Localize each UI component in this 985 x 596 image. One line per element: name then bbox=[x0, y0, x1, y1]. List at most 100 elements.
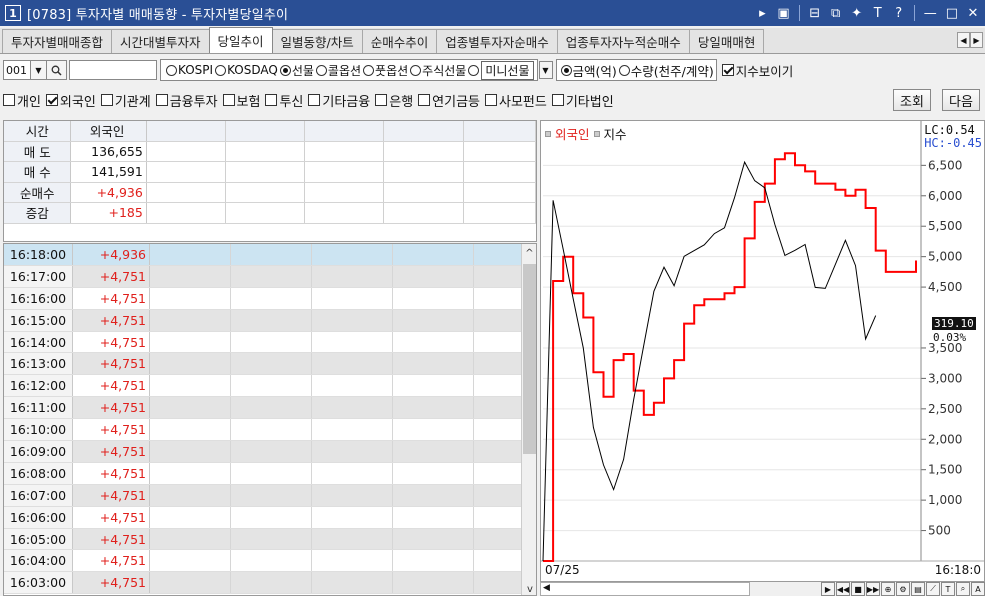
investor-checkbox-0[interactable]: 개인 bbox=[0, 91, 41, 110]
radio-dot-icon[interactable] bbox=[410, 64, 422, 76]
checkbox-icon[interactable] bbox=[222, 94, 235, 106]
pin-icon[interactable]: ✦ bbox=[851, 6, 863, 21]
table-row[interactable]: 16:06:00 +4,751 bbox=[4, 506, 536, 529]
table-row[interactable]: 16:13:00 +4,751 bbox=[4, 353, 536, 376]
investor-checkbox-2[interactable]: 기관계 bbox=[98, 91, 151, 110]
radio-dot-icon[interactable] bbox=[215, 64, 227, 76]
market-radio-5[interactable]: 주식선물 bbox=[408, 62, 466, 79]
tab-1[interactable]: 시간대별투자자 bbox=[111, 29, 210, 53]
radio-dot-icon[interactable] bbox=[279, 64, 291, 76]
market-dropdown-icon[interactable]: ▼ bbox=[538, 61, 553, 79]
investor-checkbox-7[interactable]: 은행 bbox=[372, 91, 413, 110]
tab-0[interactable]: 투자자별매매종합 bbox=[2, 29, 113, 53]
checkbox-icon[interactable] bbox=[45, 94, 58, 106]
tab-3[interactable]: 일별동향/차트 bbox=[271, 29, 363, 53]
chart-save-icon[interactable]: ▤ bbox=[911, 582, 925, 596]
investor-checkbox-1[interactable]: 외국인 bbox=[43, 91, 96, 110]
memo-icon[interactable]: ▣ bbox=[777, 6, 789, 21]
inquiry-button[interactable]: 조회 bbox=[893, 89, 931, 111]
radio-dot-icon[interactable] bbox=[166, 64, 177, 76]
investor-checkbox-8[interactable]: 연기금등 bbox=[415, 91, 480, 110]
code-name-field[interactable] bbox=[69, 60, 157, 80]
tab-scroll-left-icon[interactable]: ◀ bbox=[957, 32, 970, 48]
tab-scroll-right-icon[interactable]: ▶ bbox=[970, 32, 983, 48]
table-row[interactable]: 16:17:00 +4,751 bbox=[4, 265, 536, 288]
investor-checkbox-6[interactable]: 기타금융 bbox=[305, 91, 370, 110]
checkbox-icon[interactable] bbox=[308, 94, 321, 106]
maximize-icon[interactable]: □ bbox=[946, 6, 958, 21]
checkbox-icon[interactable] bbox=[375, 94, 388, 106]
scroll-up-icon[interactable]: ^ bbox=[522, 244, 536, 262]
market-radio-6[interactable]: 미니선물 bbox=[466, 60, 534, 80]
market-radio-0[interactable]: KOSPI bbox=[164, 63, 213, 77]
checkbox-icon[interactable] bbox=[155, 94, 168, 106]
market-radio-4[interactable]: 풋옵션 bbox=[361, 62, 408, 79]
search-icon[interactable] bbox=[47, 60, 67, 80]
table-row[interactable]: 16:15:00 +4,751 bbox=[4, 309, 536, 332]
investor-checkbox-10[interactable]: 기타법인 bbox=[549, 91, 614, 110]
tab-2[interactable]: 당일추이 bbox=[208, 27, 273, 53]
next-button[interactable]: 다음 bbox=[942, 89, 980, 111]
tab-4[interactable]: 순매수추이 bbox=[361, 29, 438, 53]
scroll-down-icon[interactable]: v bbox=[522, 584, 536, 595]
chart-forward-icon[interactable]: ▶▶ bbox=[866, 582, 880, 596]
code-input[interactable]: 001 bbox=[3, 60, 31, 80]
radio-dot-icon[interactable] bbox=[468, 64, 480, 76]
chart-search-icon[interactable]: ⌕ bbox=[956, 582, 970, 596]
chart-play-icon[interactable]: ▶ bbox=[821, 582, 835, 596]
checkbox-icon[interactable] bbox=[418, 94, 431, 106]
radio-dot-icon[interactable] bbox=[363, 64, 375, 76]
investor-checkbox-5[interactable]: 투신 bbox=[262, 91, 303, 110]
unit-radio-1[interactable]: 수량(천주/계약) bbox=[617, 61, 714, 80]
font-size-icon[interactable]: T bbox=[872, 6, 884, 21]
show-index-checkbox[interactable]: 지수보이기 bbox=[717, 59, 796, 81]
list-scrollbar[interactable]: ^ v bbox=[521, 244, 536, 595]
checkbox-icon[interactable] bbox=[100, 94, 113, 106]
chart-settings-icon[interactable]: ⚙ bbox=[896, 582, 910, 596]
market-radio-3[interactable]: 콜옵션 bbox=[314, 62, 361, 79]
help-icon[interactable]: ? bbox=[893, 6, 905, 21]
table-row[interactable]: 16:10:00 +4,751 bbox=[4, 419, 536, 442]
tab-5[interactable]: 업종별투자자순매수 bbox=[436, 29, 558, 53]
table-row[interactable]: 16:05:00 +4,751 bbox=[4, 528, 536, 551]
table-row[interactable]: 16:12:00 +4,751 bbox=[4, 375, 536, 398]
table-row[interactable]: 16:16:00 +4,751 bbox=[4, 287, 536, 310]
scroll-thumb[interactable] bbox=[523, 264, 536, 454]
checkbox-icon[interactable] bbox=[485, 94, 497, 106]
investor-checkbox-3[interactable]: 금융투자 bbox=[153, 91, 218, 110]
market-radio-2[interactable]: 선물 bbox=[278, 62, 314, 79]
investor-checkbox-4[interactable]: 보험 bbox=[220, 91, 260, 110]
radio-dot-icon[interactable] bbox=[618, 64, 630, 76]
table-row[interactable]: 16:07:00 +4,751 bbox=[4, 484, 536, 507]
checkbox-icon[interactable] bbox=[265, 94, 278, 106]
chart-zoom-icon[interactable]: ⊕ bbox=[881, 582, 895, 596]
minimize-icon[interactable]: — bbox=[924, 6, 937, 21]
copy-window-icon[interactable]: ⧉ bbox=[830, 6, 842, 21]
radio-dot-icon[interactable] bbox=[560, 64, 572, 76]
close-icon[interactable]: ✕ bbox=[967, 6, 979, 21]
chart-line-icon[interactable]: ⟋ bbox=[926, 582, 940, 596]
table-row[interactable]: 16:14:00 +4,751 bbox=[4, 331, 536, 354]
table-row[interactable]: 16:03:00 +4,751 bbox=[4, 572, 536, 595]
table-row[interactable]: 16:11:00 +4,751 bbox=[4, 397, 536, 420]
checkbox-icon[interactable] bbox=[3, 94, 15, 106]
table-row[interactable]: 16:04:00 +4,751 bbox=[4, 550, 536, 573]
code-dropdown-icon[interactable]: ▼ bbox=[31, 60, 47, 80]
chart-rewind-icon[interactable]: ◀◀ bbox=[836, 582, 850, 596]
chart-stop-icon[interactable]: ■ bbox=[851, 582, 865, 596]
checkbox-icon[interactable] bbox=[551, 94, 564, 106]
menu-arrow-icon[interactable]: ▸ bbox=[756, 6, 768, 21]
tab-7[interactable]: 당일매매현 bbox=[688, 29, 765, 53]
chart-text-icon[interactable]: T bbox=[941, 582, 955, 596]
table-row[interactable]: 16:18:00 +4,936 bbox=[4, 244, 536, 266]
show-index-check-icon[interactable] bbox=[721, 64, 734, 76]
table-row[interactable]: 16:08:00 +4,751 bbox=[4, 462, 536, 485]
unit-radio-0[interactable]: 금액(억) bbox=[559, 61, 617, 80]
chart-font-icon[interactable]: A bbox=[971, 582, 985, 596]
investor-checkbox-9[interactable]: 사모펀드 bbox=[482, 91, 547, 110]
market-radio-1[interactable]: KOSDAQ bbox=[213, 63, 278, 77]
link-icon[interactable]: ⊟ bbox=[809, 6, 821, 21]
chart-hscroll[interactable]: ◀ bbox=[540, 582, 750, 596]
chart-panel[interactable]: 6,500 6,000 5,500 5,000 4,500 3,500 3,000 2,500… bbox=[540, 120, 985, 582]
table-row[interactable]: 16:09:00 +4,751 bbox=[4, 441, 536, 463]
